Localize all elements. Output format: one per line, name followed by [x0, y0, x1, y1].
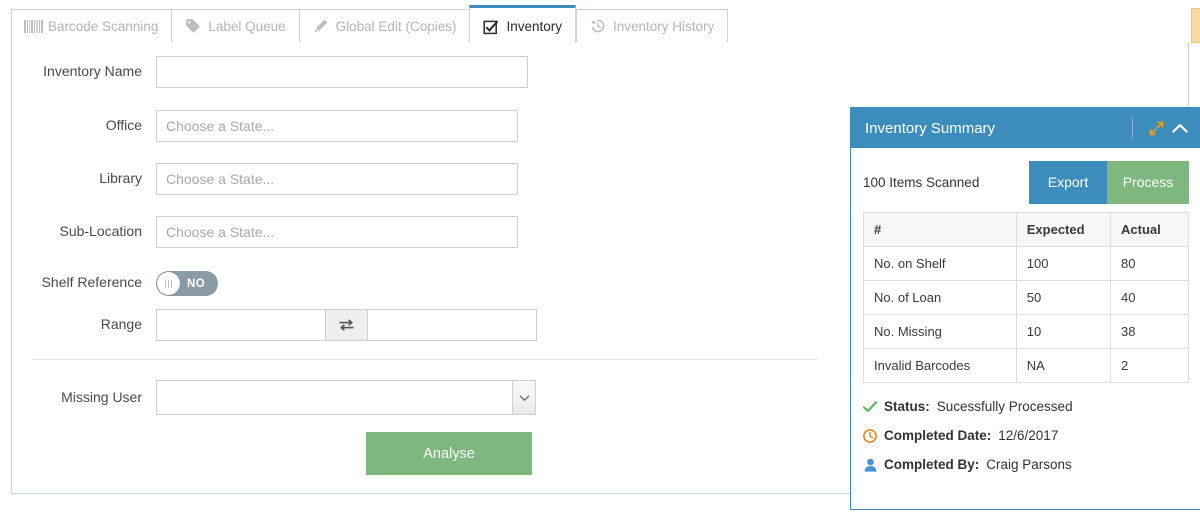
- tab-bar: Barcode Scanning Label Queue Global Edit…: [11, 5, 729, 43]
- field-sub-location: Sub-Location: [22, 216, 518, 248]
- row-label: No. of Loan: [863, 280, 1017, 315]
- table-row: No. on Shelf 100 80: [863, 246, 1189, 281]
- status-row: Status: Sucessfully Processed: [863, 399, 1189, 414]
- row-actual: 40: [1110, 280, 1189, 315]
- table-row: No. of Loan 50 40: [863, 280, 1189, 315]
- completed-date-row: Completed Date: 12/6/2017: [863, 428, 1189, 443]
- field-label: Inventory Name: [43, 63, 142, 80]
- field-label: Range: [100, 316, 142, 333]
- library-input[interactable]: [156, 163, 518, 195]
- column-header: Actual: [1110, 212, 1189, 247]
- range-from-input[interactable]: [156, 309, 326, 341]
- chevron-up-icon[interactable]: [1169, 117, 1191, 139]
- export-button[interactable]: Export: [1029, 160, 1107, 204]
- exchange-icon[interactable]: [326, 309, 367, 341]
- check-icon: [863, 400, 877, 414]
- row-expected: 10: [1015, 314, 1112, 349]
- form-divider: [32, 359, 817, 360]
- field-office: Office: [22, 110, 518, 142]
- table-row: No. Missing 10 38: [863, 314, 1189, 349]
- tab-label: Inventory: [506, 19, 562, 34]
- history-icon: [590, 18, 606, 34]
- summary-body: 100 Items Scanned Export Process # Expec…: [851, 148, 1200, 472]
- items-scanned-text: 100 Items Scanned: [863, 174, 980, 190]
- inventory-name-input[interactable]: [156, 56, 528, 88]
- status-value: Sucessfully Processed: [936, 399, 1073, 414]
- field-missing-user: Missing User: [22, 380, 536, 415]
- field-shelf-reference: Shelf Reference NO: [22, 271, 218, 296]
- row-actual: 2: [1110, 348, 1189, 383]
- field-label: Shelf Reference: [41, 274, 142, 290]
- barcode-icon: [23, 18, 43, 34]
- status-list: Status: Sucessfully Processed Completed …: [863, 399, 1189, 472]
- row-label: Invalid Barcodes: [863, 348, 1017, 383]
- toggle-state-label: NO: [187, 277, 206, 290]
- user-icon: [863, 458, 877, 472]
- column-header: Expected: [1015, 212, 1112, 247]
- row-actual: 38: [1110, 314, 1189, 349]
- tab-label: Barcode Scanning: [48, 18, 159, 34]
- header-separator: [1132, 117, 1133, 139]
- completed-by-value: Craig Parsons: [986, 457, 1072, 472]
- completed-date-label: Completed Date:: [884, 428, 992, 443]
- field-library: Library: [22, 163, 518, 195]
- row-actual: 80: [1110, 246, 1189, 281]
- row-label: No. on Shelf: [863, 246, 1017, 281]
- row-expected: NA: [1015, 348, 1112, 383]
- row-expected: 100: [1015, 246, 1112, 281]
- tab-label-queue[interactable]: Label Queue: [171, 9, 299, 43]
- page-root: Barcode Scanning Label Queue Global Edit…: [0, 0, 1200, 512]
- tab-global-edit-copies[interactable]: Global Edit (Copies): [298, 9, 470, 43]
- expand-arrows-icon[interactable]: [1145, 117, 1167, 139]
- summary-table: # Expected Actual No. on Shelf 100 80 No…: [863, 212, 1189, 383]
- completed-by-row: Completed By: Craig Parsons: [863, 457, 1189, 472]
- summary-title: Inventory Summary: [865, 119, 996, 137]
- summary-header: Inventory Summary: [851, 108, 1200, 148]
- tab-inventory[interactable]: Inventory: [469, 5, 576, 43]
- content-panel: Inventory Name Office Library: [11, 42, 1200, 510]
- completed-by-label: Completed By:: [884, 457, 980, 472]
- row-label: No. Missing: [863, 314, 1017, 349]
- toggle-knob: [157, 272, 180, 295]
- shelf-reference-toggle[interactable]: NO: [156, 271, 218, 296]
- sub-location-input[interactable]: [156, 216, 518, 248]
- process-button[interactable]: Process: [1107, 160, 1189, 204]
- range-to-input[interactable]: [367, 309, 537, 341]
- tag-icon: [185, 18, 201, 34]
- row-expected: 50: [1015, 280, 1112, 315]
- inventory-summary-panel: Inventory Summary 100 Items Scanned Expo…: [850, 107, 1200, 510]
- tab-inventory-history[interactable]: Inventory History: [576, 9, 729, 43]
- completed-date-value: 12/6/2017: [998, 428, 1059, 443]
- analyse-button[interactable]: Analyse: [366, 432, 532, 475]
- status-label: Status:: [884, 399, 930, 414]
- field-inventory-name: Inventory Name: [22, 56, 528, 88]
- table-header-row: # Expected Actual: [863, 212, 1189, 247]
- tab-label: Label Queue: [208, 18, 286, 34]
- pencil-icon: [313, 18, 329, 34]
- field-label: Missing User: [61, 388, 142, 405]
- range-input-group: [156, 309, 537, 341]
- clock-icon: [863, 428, 877, 443]
- table-row: Invalid Barcodes NA 2: [863, 348, 1189, 383]
- checkbox-checked-icon: [483, 19, 499, 35]
- tab-label: Global Edit (Copies): [335, 18, 457, 34]
- right-edge-panel-sliver: [1191, 8, 1200, 43]
- field-label: Office: [105, 117, 142, 134]
- field-label: Sub-Location: [59, 223, 142, 240]
- office-input[interactable]: [156, 110, 518, 142]
- tab-barcode-scanning[interactable]: Barcode Scanning: [11, 9, 172, 43]
- scan-summary-row: 100 Items Scanned Export Process: [863, 158, 1189, 206]
- column-header: #: [863, 212, 1017, 247]
- missing-user-select[interactable]: [156, 380, 536, 415]
- field-range: Range: [22, 309, 537, 341]
- field-label: Library: [99, 170, 142, 187]
- tab-label: Inventory History: [613, 18, 715, 34]
